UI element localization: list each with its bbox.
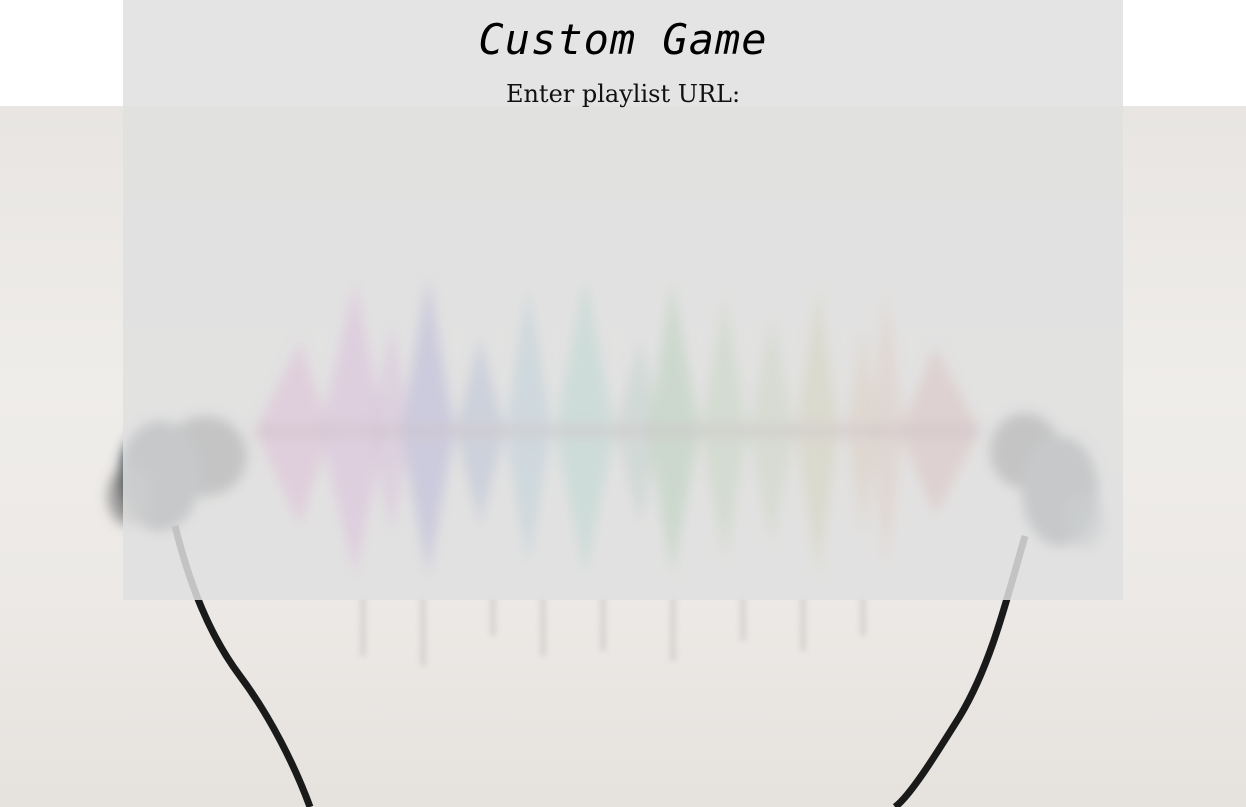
custom-game-screen: Custom Game Enter playlist URL: bbox=[0, 0, 1246, 807]
custom-game-panel: Custom Game Enter playlist URL: bbox=[123, 0, 1123, 600]
playlist-url-label: Enter playlist URL: bbox=[505, 80, 741, 108]
soundwave-reflection bbox=[360, 596, 866, 666]
page-title: Custom Game bbox=[478, 15, 768, 64]
